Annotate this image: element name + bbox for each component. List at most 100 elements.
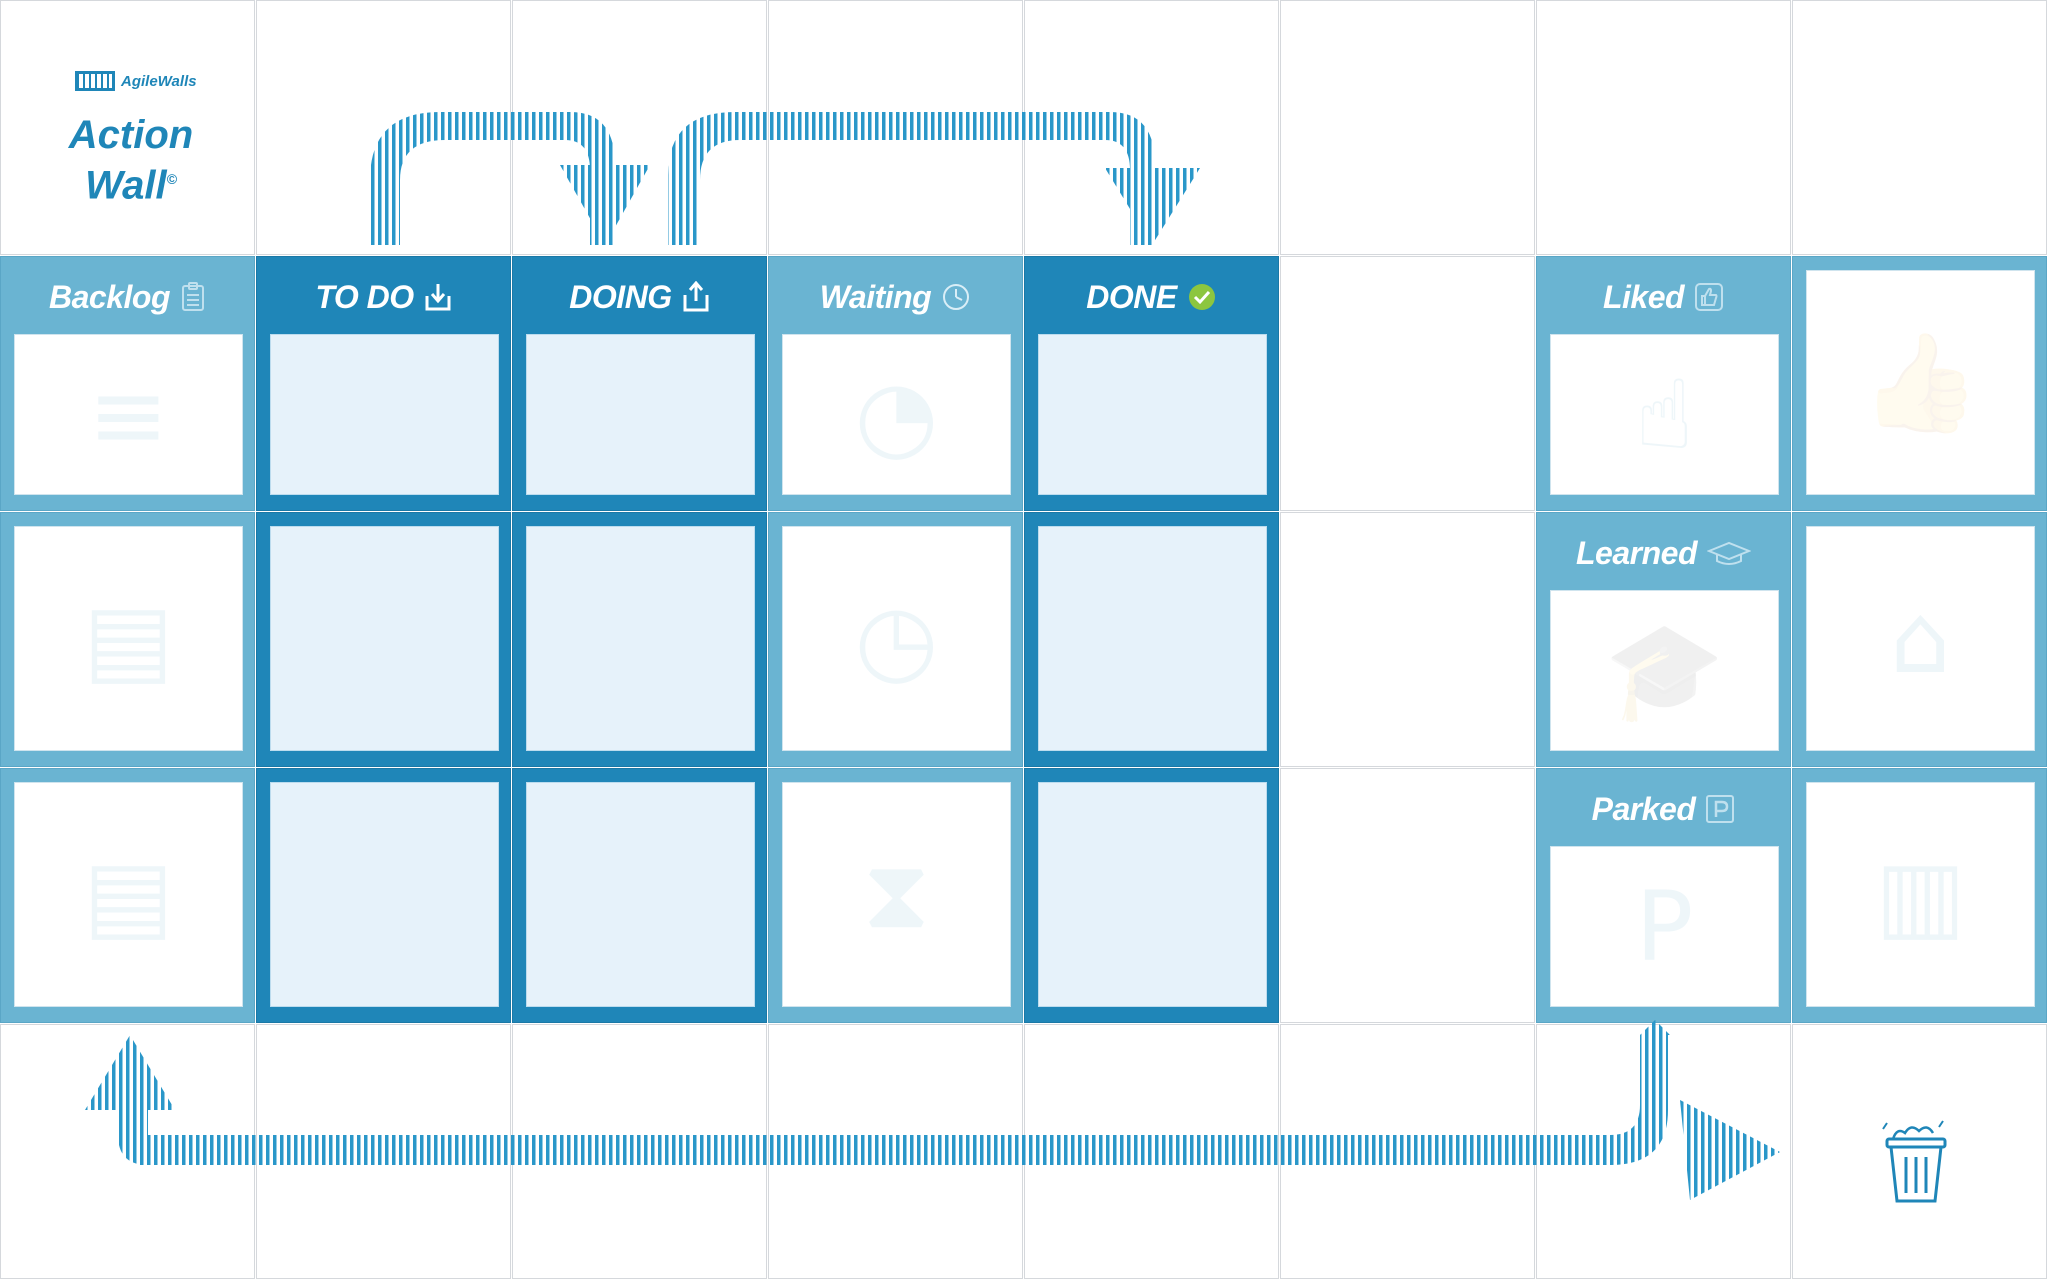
parked-label: Parked	[1591, 790, 1696, 827]
liked-header-tile[interactable]: Liked ☝	[1536, 256, 1791, 511]
side-card-slot[interactable]: ⌂	[1806, 526, 2035, 751]
doing-label: DOING	[569, 278, 672, 315]
trash-tile[interactable]	[1792, 1024, 2047, 1279]
doing-card-slot[interactable]	[526, 526, 755, 751]
ghost-clipboard-icon: ▤	[83, 838, 174, 951]
doing-header-tile[interactable]: DOING	[512, 256, 767, 511]
backlog-tile[interactable]: ▤	[0, 512, 255, 767]
done-card-slot[interactable]	[1038, 526, 1267, 751]
footer-tile	[0, 1024, 255, 1279]
done-label: DONE	[1086, 278, 1177, 315]
liked-card-slot[interactable]: ☝	[1550, 334, 1779, 495]
backlog-card-slot[interactable]: ≡	[14, 334, 243, 495]
done-tile[interactable]	[1024, 768, 1279, 1023]
empty-tile	[1280, 768, 1535, 1023]
copyright-mark: ©	[166, 171, 177, 187]
empty-tile	[1280, 512, 1535, 767]
waiting-tile[interactable]: ⧗	[768, 768, 1023, 1023]
done-tile[interactable]	[1024, 512, 1279, 767]
parked-header: Parked	[1537, 787, 1790, 831]
learned-label: Learned	[1576, 534, 1697, 571]
ghost-parking-icon: ▥	[1875, 838, 1966, 951]
footer-tile	[1280, 1024, 1535, 1279]
todo-header-tile[interactable]: TO DO	[256, 256, 511, 511]
footer-tile	[768, 1024, 1023, 1279]
todo-card-slot[interactable]	[270, 782, 499, 1007]
header-tile	[1024, 0, 1279, 255]
liked-label: Liked	[1602, 278, 1685, 315]
app-title: Action Wall©	[41, 113, 221, 207]
header-tile	[1536, 0, 1791, 255]
done-card-slot[interactable]	[1038, 782, 1267, 1007]
check-circle-icon	[1187, 282, 1217, 312]
side-card-slot[interactable]: ▥	[1806, 782, 2035, 1007]
header-tile	[1792, 0, 2047, 255]
learned-card-slot[interactable]: 🎓	[1550, 590, 1779, 751]
backlog-tile[interactable]: ▤	[0, 768, 255, 1023]
side-card-slot[interactable]: 👍	[1806, 270, 2035, 495]
waiting-tile[interactable]: ◷	[768, 512, 1023, 767]
app-title-line1: Action	[68, 113, 194, 157]
ghost-clipboard-icon: ▤	[83, 582, 174, 695]
clock-icon	[941, 282, 971, 312]
waiting-header-tile[interactable]: Waiting ◔	[768, 256, 1023, 511]
todo-header: TO DO	[257, 275, 510, 319]
side-card-tile[interactable]: 👍	[1792, 256, 2047, 511]
doing-card-slot[interactable]	[526, 334, 755, 495]
todo-card-slot[interactable]	[270, 334, 499, 495]
waiting-card-slot[interactable]: ◔	[782, 334, 1011, 495]
ghost-parking-icon: P	[1635, 870, 1694, 983]
backlog-header: Backlog	[1, 275, 254, 319]
footer-tile	[256, 1024, 511, 1279]
todo-tile[interactable]	[256, 512, 511, 767]
footer-tile	[512, 1024, 767, 1279]
header-tile	[512, 0, 767, 255]
header-tile	[1280, 0, 1535, 255]
upload-icon	[682, 281, 710, 313]
doing-card-slot[interactable]	[526, 782, 755, 1007]
side-card-tile[interactable]: ▥	[1792, 768, 2047, 1023]
learned-header-tile[interactable]: Learned 🎓	[1536, 512, 1791, 767]
graduation-cap-icon	[1706, 538, 1751, 568]
ghost-thumbs-up-icon: 👍	[1860, 326, 1981, 438]
ghost-cap-icon: ⌂	[1890, 582, 1951, 695]
footer-tile	[1024, 1024, 1279, 1279]
empty-tile	[1280, 256, 1535, 511]
todo-label: TO DO	[315, 278, 414, 315]
logo-text: AgileWalls	[121, 72, 197, 90]
side-card-tile[interactable]: ⌂	[1792, 512, 2047, 767]
ghost-thumbs-up-icon: ☝	[1635, 358, 1694, 471]
waiting-card-slot[interactable]: ◷	[782, 526, 1011, 751]
done-header-tile[interactable]: DONE	[1024, 256, 1279, 511]
backlog-label: Backlog	[49, 278, 170, 315]
waiting-header: Waiting	[769, 275, 1022, 319]
agilewalls-logo: AgileWalls	[75, 67, 197, 95]
app-title-line2: Wall	[85, 163, 167, 208]
backlog-header-tile[interactable]: Backlog ≡	[0, 256, 255, 511]
done-header: DONE	[1025, 275, 1278, 319]
ghost-hourglass-icon: ⧗	[862, 837, 931, 950]
parked-header-tile[interactable]: Parked P	[1536, 768, 1791, 1023]
waiting-card-slot[interactable]: ⧗	[782, 782, 1011, 1007]
parking-icon	[1705, 794, 1735, 824]
learned-header: Learned	[1537, 531, 1790, 575]
todo-tile[interactable]	[256, 768, 511, 1023]
ghost-cap-icon: 🎓	[1604, 614, 1725, 726]
todo-card-slot[interactable]	[270, 526, 499, 751]
ghost-clock-icon: ◔	[854, 358, 939, 471]
trash-can-icon[interactable]	[1873, 1109, 1963, 1213]
doing-header: DOING	[513, 275, 766, 319]
done-card-slot[interactable]	[1038, 334, 1267, 495]
ghost-clock-icon: ◷	[854, 582, 939, 695]
agilewalls-logo-icon	[75, 71, 115, 91]
footer-tile	[1536, 1024, 1791, 1279]
ghost-list-icon: ≡	[88, 358, 169, 471]
download-icon	[424, 282, 452, 312]
parked-card-slot[interactable]: P	[1550, 846, 1779, 1007]
doing-tile[interactable]	[512, 768, 767, 1023]
header-tile	[256, 0, 511, 255]
backlog-card-slot[interactable]: ▤	[14, 782, 243, 1007]
doing-tile[interactable]	[512, 512, 767, 767]
backlog-card-slot[interactable]: ▤	[14, 526, 243, 751]
header-tile-logo: AgileWalls Action Wall©	[0, 0, 255, 255]
